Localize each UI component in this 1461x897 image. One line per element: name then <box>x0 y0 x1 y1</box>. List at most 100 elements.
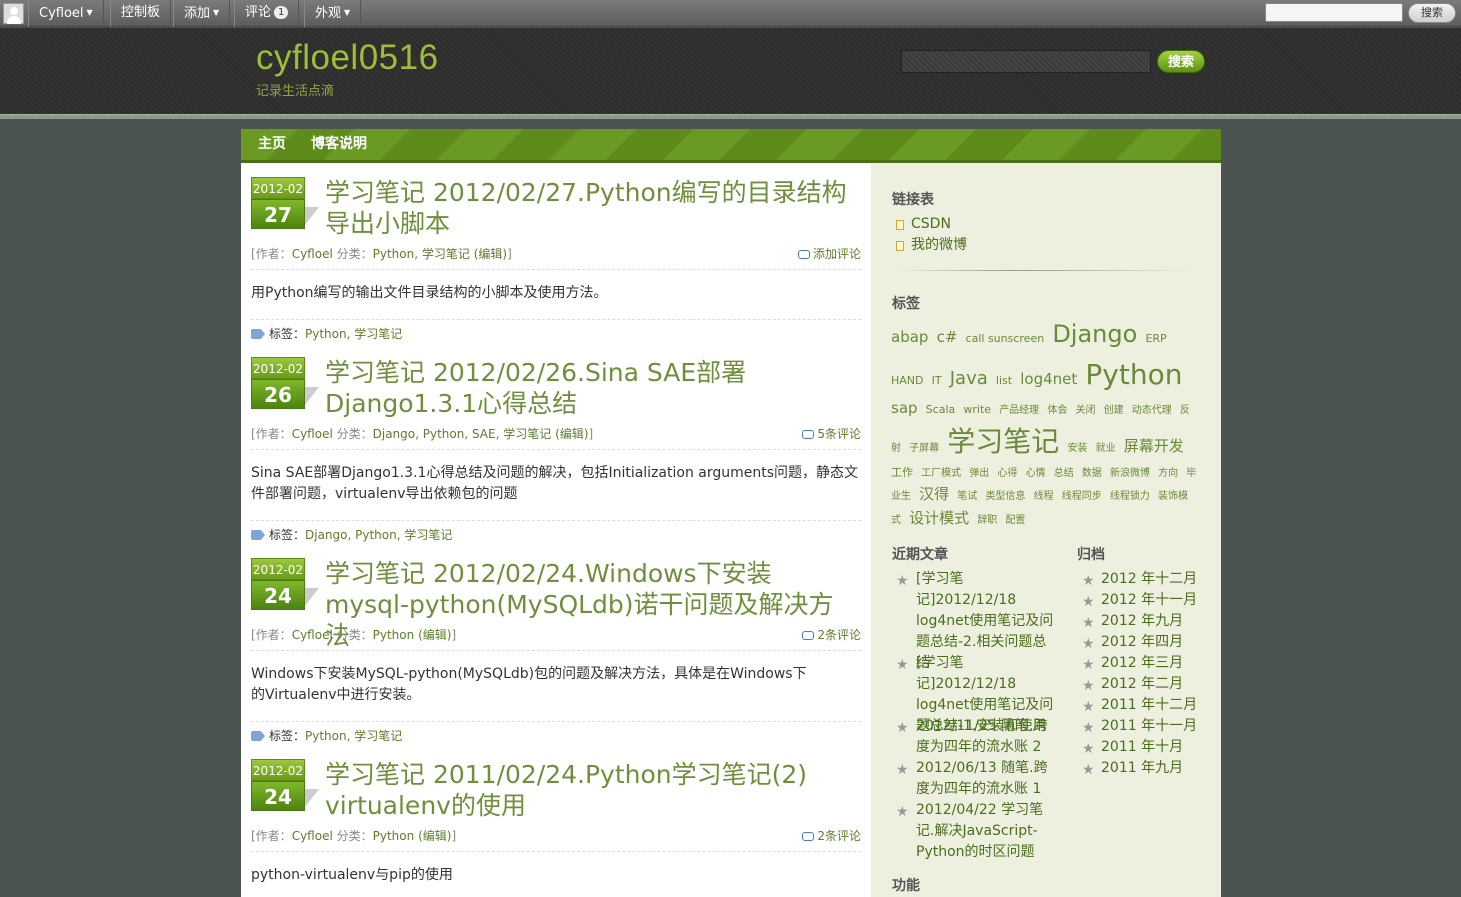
tag-cloud-link[interactable]: call sunscreen <box>966 332 1045 345</box>
post-title[interactable]: 学习笔记 2011/02/24.Python学习笔记(2) virtualenv… <box>325 759 855 821</box>
recent-post-link[interactable]: 2012/04/22 学习笔记.解决JavaScript-Python的时区问题 <box>916 800 1056 863</box>
tag-cloud-link[interactable]: 笔试 <box>957 491 977 502</box>
tag-cloud-link[interactable]: ERP <box>1145 332 1166 345</box>
tag-cloud-link[interactable]: 方向 <box>1158 468 1178 479</box>
tag-cloud-link[interactable]: 屏幕开发 <box>1124 437 1184 455</box>
post-author-link[interactable]: Cyfloel <box>292 247 333 261</box>
tag-cloud-link[interactable]: 就业 <box>1096 443 1116 454</box>
tag-cloud-link[interactable]: 配置 <box>1005 515 1025 526</box>
tag-cloud-link[interactable]: 动态代理 <box>1132 405 1172 416</box>
recent-post-link[interactable]: 2012/06/13 随笔.跨度为四年的流水账 1 <box>916 758 1056 800</box>
tag-cloud-link[interactable]: 辞职 <box>977 515 997 526</box>
post-categories-link[interactable]: Python, 学习笔记 <box>373 247 470 261</box>
post-comments-link[interactable]: 2条评论 <box>802 625 861 645</box>
post-categories-link[interactable]: Python <box>373 628 415 642</box>
link-csdn[interactable]: CSDN <box>911 214 951 235</box>
post-comments-link[interactable]: 2条评论 <box>802 826 861 846</box>
post-tag-links[interactable]: Python, 学习笔记 <box>305 729 402 743</box>
post-author-link[interactable]: Cyfloel <box>292 628 333 642</box>
tag-cloud-link[interactable]: 新浪微博 <box>1110 468 1150 479</box>
post-author-link[interactable]: Cyfloel <box>292 829 333 843</box>
post-edit-link[interactable]: (编辑) <box>418 829 451 843</box>
archive-link[interactable]: 2012 年十二月 <box>1101 569 1197 590</box>
post-edit-link[interactable]: (编辑) <box>418 628 451 642</box>
tag-cloud-link[interactable]: Django <box>1052 320 1137 348</box>
tag-cloud-link[interactable]: c# <box>937 328 958 346</box>
post-tags: 标签：Python, 学习笔记 <box>251 726 861 746</box>
archive-link[interactable]: 2012 年十一月 <box>1101 590 1197 611</box>
tag-cloud-link[interactable]: 线程锁力 <box>1110 491 1150 502</box>
tag-cloud-link[interactable]: Scala <box>926 403 956 416</box>
admin-add-menu[interactable]: 添加 ▼ <box>173 0 231 27</box>
admin-user-menu[interactable]: Cyfloel ▼ <box>28 0 104 27</box>
tag-cloud-link[interactable]: 安装 <box>1067 443 1087 454</box>
search-button[interactable]: 搜索 <box>1157 50 1205 73</box>
nav-home[interactable]: 主页 <box>258 129 286 160</box>
post-tag-links[interactable]: Django, Python, 学习笔记 <box>305 528 452 542</box>
tag-cloud-link[interactable]: abap <box>891 328 928 346</box>
tag-cloud-link[interactable]: 数据 <box>1082 468 1102 479</box>
tag-cloud-link[interactable]: 关闭 <box>1075 405 1095 416</box>
tag-cloud-link[interactable]: 工作 <box>891 466 913 479</box>
site-title[interactable]: cyfloel0516 <box>256 38 439 78</box>
archive-link[interactable]: 2012 年四月 <box>1101 632 1183 653</box>
tag-cloud-link[interactable]: 线程同步 <box>1062 491 1102 502</box>
tag-cloud-link[interactable]: Python <box>1085 358 1182 391</box>
recent-post-link[interactable]: 2012/11/25 随笔.跨度为四年的流水账 2 <box>916 716 1056 758</box>
admin-search-button[interactable]: 搜索 <box>1408 3 1456 23</box>
post-title[interactable]: 学习笔记 2012/02/26.Sina SAE部署Django1.3.1心得总… <box>325 357 855 419</box>
admin-appearance-menu[interactable]: 外观 ▼ <box>304 0 362 27</box>
archive-link[interactable]: 2011 年十二月 <box>1101 695 1197 716</box>
meta-category-label: 分类： <box>332 829 373 843</box>
archive-link[interactable]: 2012 年三月 <box>1101 653 1183 674</box>
link-weibo[interactable]: 我的微博 <box>911 235 967 256</box>
user-avatar-icon[interactable] <box>3 3 24 24</box>
post-categories-link[interactable]: Django, Python, SAE, 学习笔记 <box>373 427 552 441</box>
tag-cloud-link[interactable]: sap <box>891 399 918 417</box>
tag-cloud-link[interactable]: log4net <box>1020 370 1077 388</box>
tag-cloud-link[interactable]: 线程 <box>1034 491 1054 502</box>
divider <box>251 851 861 852</box>
post-title[interactable]: 学习笔记 2012/02/27.Python编写的目录结构导出小脚本 <box>325 177 855 239</box>
tag-cloud-link[interactable]: 弹出 <box>969 468 989 479</box>
tag-cloud-link[interactable]: list <box>996 374 1012 387</box>
post-edit-link[interactable]: (编辑) <box>474 247 507 261</box>
tag-cloud-link[interactable]: 体会 <box>1047 405 1067 416</box>
search-input[interactable] <box>901 50 1151 73</box>
tag-cloud-link[interactable]: 类型信息 <box>985 491 1025 502</box>
post-tag-links[interactable]: Python, 学习笔记 <box>305 327 402 341</box>
tag-cloud-link[interactable]: 心情 <box>1026 468 1046 479</box>
admin-dashboard-link[interactable]: 控制板 <box>110 0 172 27</box>
tag-cloud-link[interactable]: 学习笔记 <box>947 425 1059 458</box>
tag-cloud-link[interactable]: HAND <box>891 374 924 387</box>
nav-about[interactable]: 博客说明 <box>311 129 367 160</box>
admin-bar: Cyfloel ▼ 控制板 添加 ▼ 评论 1 外观 ▼ 搜索 <box>0 0 1461 27</box>
archive-link[interactable]: 2011 年十月 <box>1101 737 1183 758</box>
post-meta: [作者：Cyfloel 分类：Django, Python, SAE, 学习笔记… <box>251 424 861 444</box>
tag-cloud-link[interactable]: 工厂模式 <box>921 468 961 479</box>
admin-comments-link[interactable]: 评论 1 <box>234 0 300 27</box>
archive-link[interactable]: 2012 年九月 <box>1101 611 1183 632</box>
comment-bubble-icon <box>802 631 815 640</box>
post-comments-link[interactable]: 5条评论 <box>802 424 861 444</box>
tag-cloud-link[interactable]: 汉得 <box>919 485 949 503</box>
tag-cloud-link[interactable]: 设计模式 <box>909 509 969 527</box>
archive-link[interactable]: 2012 年二月 <box>1101 674 1183 695</box>
post-categories-link[interactable]: Python <box>373 829 415 843</box>
tag-cloud-link[interactable]: 心得 <box>997 468 1017 479</box>
tag-cloud-link[interactable]: 产品经理 <box>999 405 1039 416</box>
tag-cloud-link[interactable]: Java <box>950 368 988 389</box>
tag-cloud-link[interactable]: 创建 <box>1104 405 1124 416</box>
archive-link[interactable]: 2011 年十一月 <box>1101 716 1197 737</box>
tag-cloud-link[interactable]: 总结 <box>1054 468 1074 479</box>
post-author-link[interactable]: Cyfloel <box>292 427 333 441</box>
tag-cloud-link[interactable]: IT <box>932 374 942 387</box>
tag-cloud-link[interactable]: 子屏幕 <box>909 443 939 454</box>
date-badge: 2012-02 24 <box>251 759 319 813</box>
date-fold-decoration <box>305 789 319 807</box>
admin-search-input[interactable] <box>1265 3 1403 22</box>
tag-cloud-link[interactable]: write <box>963 403 991 416</box>
post-comments-link[interactable]: 添加评论 <box>797 244 861 264</box>
post-edit-link[interactable]: (编辑) <box>555 427 588 441</box>
archive-link[interactable]: 2011 年九月 <box>1101 758 1183 779</box>
